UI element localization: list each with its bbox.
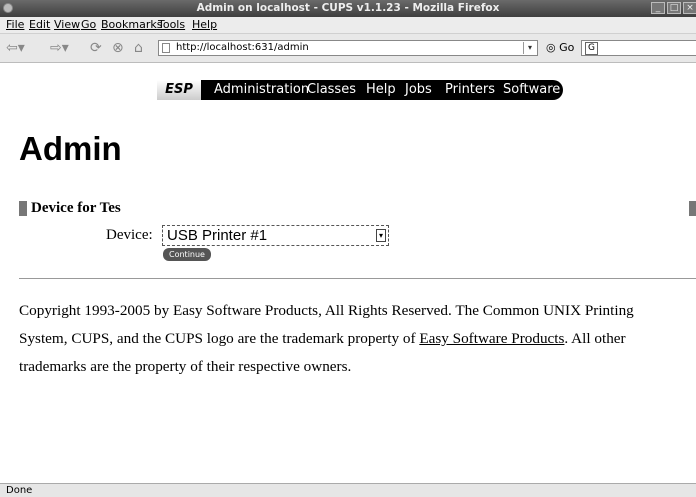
status-text: Done bbox=[6, 485, 33, 496]
continue-button[interactable]: Continue bbox=[163, 248, 211, 261]
close-icon[interactable]: × bbox=[683, 2, 696, 14]
nav-classes[interactable]: Classes bbox=[307, 80, 356, 100]
go-button[interactable]: ◎ Go bbox=[546, 40, 574, 56]
menu-tools[interactable]: Tools bbox=[158, 17, 185, 33]
section-title: Device for Tes bbox=[31, 200, 121, 216]
nav-help[interactable]: Help bbox=[366, 80, 396, 100]
menu-bookmarks[interactable]: Bookmarks bbox=[101, 17, 162, 33]
maximize-icon[interactable]: □ bbox=[667, 2, 681, 14]
copyright-line-1: Copyright 1993-2005 by Easy Software Pro… bbox=[19, 302, 634, 319]
minimize-icon[interactable]: _ bbox=[651, 2, 665, 14]
menu-bar: File Edit View Go Bookmarks Tools Help bbox=[0, 17, 696, 34]
section-marker-left bbox=[19, 201, 27, 216]
nav-software[interactable]: Software bbox=[503, 80, 560, 100]
url-bar[interactable]: http://localhost:631/admin ▾ bbox=[158, 40, 538, 56]
stop-icon[interactable]: ⊗ bbox=[112, 39, 124, 57]
copyright-line-2-end: . All other bbox=[564, 330, 626, 347]
menu-view[interactable]: View bbox=[54, 17, 80, 33]
url-dropdown-icon[interactable]: ▾ bbox=[523, 42, 536, 54]
divider bbox=[19, 278, 696, 279]
cups-navigation-bar: ESP Administration Classes Help Jobs Pri… bbox=[157, 80, 563, 100]
nav-printers[interactable]: Printers bbox=[445, 80, 495, 100]
page-icon bbox=[162, 43, 170, 53]
menu-file[interactable]: File bbox=[6, 17, 24, 33]
device-selected-value: USB Printer #1 bbox=[167, 227, 268, 244]
copyright-line-3: trademarks are the property of their res… bbox=[19, 358, 352, 375]
navigation-toolbar: ⇦▾ ⇨▾ ⟳ ⊗ ⌂ http://localhost:631/admin ▾… bbox=[0, 34, 696, 63]
window-titlebar: Admin on localhost - CUPS v1.1.23 - Mozi… bbox=[0, 0, 696, 17]
menu-edit[interactable]: Edit bbox=[29, 17, 50, 33]
copyright-line-2-text: System, CUPS, and the CUPS logo are the … bbox=[19, 330, 420, 347]
search-engine-icon[interactable]: G bbox=[585, 42, 598, 55]
status-bar: Done bbox=[0, 483, 696, 497]
section-marker-right bbox=[689, 201, 696, 216]
reload-icon[interactable]: ⟳ bbox=[90, 39, 102, 57]
window-title: Admin on localhost - CUPS v1.1.23 - Mozi… bbox=[196, 2, 500, 14]
device-select[interactable]: USB Printer #1 ▾ bbox=[162, 225, 389, 246]
esp-logo[interactable]: ESP bbox=[157, 80, 201, 100]
url-text[interactable]: http://localhost:631/admin bbox=[176, 41, 309, 55]
easy-software-link[interactable]: Easy Software Products bbox=[419, 330, 564, 347]
go-label: Go bbox=[559, 41, 575, 54]
forward-arrow-icon[interactable]: ⇨▾ bbox=[50, 39, 69, 57]
device-label: Device: bbox=[106, 227, 153, 243]
dropdown-arrow-icon[interactable]: ▾ bbox=[376, 229, 386, 242]
nav-jobs[interactable]: Jobs bbox=[405, 80, 432, 100]
copyright-line-2: System, CUPS, and the CUPS logo are the … bbox=[19, 325, 696, 353]
back-arrow-icon[interactable]: ⇦▾ bbox=[6, 39, 25, 57]
copyright-text: Copyright 1993-2005 by Easy Software Pro… bbox=[19, 297, 696, 381]
search-box[interactable]: G bbox=[581, 40, 696, 56]
home-icon[interactable]: ⌂ bbox=[134, 39, 143, 57]
menu-go[interactable]: Go bbox=[81, 17, 96, 33]
nav-administration[interactable]: Administration bbox=[214, 80, 309, 100]
go-icon: ◎ bbox=[546, 41, 556, 54]
page-title: Admin bbox=[19, 130, 122, 167]
menu-help[interactable]: Help bbox=[192, 17, 217, 33]
